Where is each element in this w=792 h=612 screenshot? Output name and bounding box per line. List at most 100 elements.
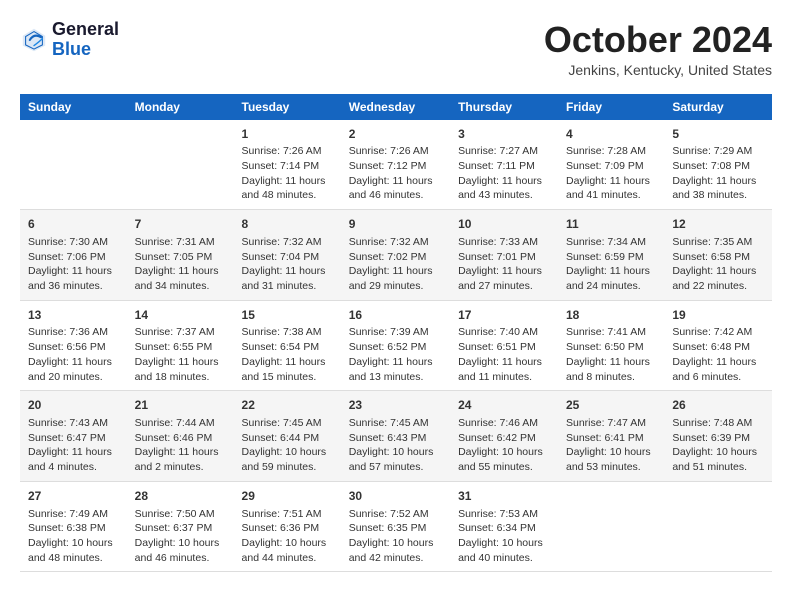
calendar-cell: 24Sunrise: 7:46 AM Sunset: 6:42 PM Dayli… <box>450 391 558 482</box>
calendar-cell: 30Sunrise: 7:52 AM Sunset: 6:35 PM Dayli… <box>341 481 450 572</box>
day-info: Sunrise: 7:46 AM Sunset: 6:42 PM Dayligh… <box>458 416 550 475</box>
day-number: 3 <box>458 126 550 143</box>
day-info: Sunrise: 7:51 AM Sunset: 6:36 PM Dayligh… <box>242 507 333 566</box>
day-number: 4 <box>566 126 656 143</box>
calendar-cell: 11 Sunrise: 7:34 AM Sunset: 6:59 PM Dayli… <box>558 210 664 301</box>
week-row-4: 20 Sunrise: 7:43 AM Sunset: 6:47 PM Dayli… <box>20 391 772 482</box>
calendar-cell: 20 Sunrise: 7:43 AM Sunset: 6:47 PM Dayli… <box>20 391 127 482</box>
calendar-cell: 15Sunrise: 7:38 AM Sunset: 6:54 PM Dayli… <box>234 300 341 391</box>
calendar-cell <box>127 120 234 210</box>
day-info: Sunrise: 7:40 AM Sunset: 6:51 PM Dayligh… <box>458 325 550 384</box>
day-info: Sunrise: 7:45 AM Sunset: 6:43 PM Dayligh… <box>349 416 442 475</box>
logo-icon <box>20 26 48 54</box>
day-info: Sunrise: 7:31 AM Sunset: 7:05 PM Dayligh… <box>135 235 226 294</box>
calendar-cell: 7 Sunrise: 7:31 AM Sunset: 7:05 PM Daylig… <box>127 210 234 301</box>
page-header: General Blue October 2024 Jenkins, Kentu… <box>20 20 772 78</box>
day-info: Sunrise: 7:44 AM Sunset: 6:46 PM Dayligh… <box>135 416 226 475</box>
calendar-cell: 31 Sunrise: 7:53 AM Sunset: 6:34 PM Dayli… <box>450 481 558 572</box>
col-header-tuesday: Tuesday <box>234 94 341 120</box>
day-number: 5 <box>672 126 764 143</box>
calendar-cell: 2Sunrise: 7:26 AM Sunset: 7:12 PM Daylig… <box>341 120 450 210</box>
calendar-cell: 29 Sunrise: 7:51 AM Sunset: 6:36 PM Dayli… <box>234 481 341 572</box>
calendar-cell: 18Sunrise: 7:41 AM Sunset: 6:50 PM Dayli… <box>558 300 664 391</box>
day-number: 29 <box>242 488 333 505</box>
calendar-cell: 17Sunrise: 7:40 AM Sunset: 6:51 PM Dayli… <box>450 300 558 391</box>
week-row-2: 6 Sunrise: 7:30 AM Sunset: 7:06 PM Daylig… <box>20 210 772 301</box>
day-info: Sunrise: 7:34 AM Sunset: 6:59 PM Dayligh… <box>566 235 656 294</box>
calendar-cell: 6 Sunrise: 7:30 AM Sunset: 7:06 PM Daylig… <box>20 210 127 301</box>
day-info: Sunrise: 7:38 AM Sunset: 6:54 PM Dayligh… <box>242 325 333 384</box>
calendar-cell: 22Sunrise: 7:45 AM Sunset: 6:44 PM Dayli… <box>234 391 341 482</box>
day-number: 12 <box>672 216 764 233</box>
calendar-cell: 4Sunrise: 7:28 AM Sunset: 7:09 PM Daylig… <box>558 120 664 210</box>
calendar-cell: 14Sunrise: 7:37 AM Sunset: 6:55 PM Dayli… <box>127 300 234 391</box>
col-header-monday: Monday <box>127 94 234 120</box>
day-number: 14 <box>135 307 226 324</box>
calendar-cell: 26 Sunrise: 7:48 AM Sunset: 6:39 PM Dayli… <box>664 391 772 482</box>
calendar-table: SundayMondayTuesdayWednesdayThursdayFrid… <box>20 94 772 573</box>
day-info: Sunrise: 7:37 AM Sunset: 6:55 PM Dayligh… <box>135 325 226 384</box>
day-info: Sunrise: 7:43 AM Sunset: 6:47 PM Dayligh… <box>28 416 119 475</box>
calendar-cell: 10Sunrise: 7:33 AM Sunset: 7:01 PM Dayli… <box>450 210 558 301</box>
col-header-thursday: Thursday <box>450 94 558 120</box>
day-number: 19 <box>672 307 764 324</box>
day-info: Sunrise: 7:47 AM Sunset: 6:41 PM Dayligh… <box>566 416 656 475</box>
day-info: Sunrise: 7:48 AM Sunset: 6:39 PM Dayligh… <box>672 416 764 475</box>
day-info: Sunrise: 7:26 AM Sunset: 7:12 PM Dayligh… <box>349 144 442 203</box>
calendar-cell: 13Sunrise: 7:36 AM Sunset: 6:56 PM Dayli… <box>20 300 127 391</box>
day-number: 18 <box>566 307 656 324</box>
day-number: 16 <box>349 307 442 324</box>
day-number: 20 <box>28 397 119 414</box>
month-title: October 2024 <box>544 20 772 60</box>
day-info: Sunrise: 7:35 AM Sunset: 6:58 PM Dayligh… <box>672 235 764 294</box>
day-info: Sunrise: 7:42 AM Sunset: 6:48 PM Dayligh… <box>672 325 764 384</box>
day-number: 25 <box>566 397 656 414</box>
day-info: Sunrise: 7:32 AM Sunset: 7:02 PM Dayligh… <box>349 235 442 294</box>
col-header-wednesday: Wednesday <box>341 94 450 120</box>
day-info: Sunrise: 7:52 AM Sunset: 6:35 PM Dayligh… <box>349 507 442 566</box>
calendar-cell: 16Sunrise: 7:39 AM Sunset: 6:52 PM Dayli… <box>341 300 450 391</box>
day-number: 31 <box>458 488 550 505</box>
day-info: Sunrise: 7:32 AM Sunset: 7:04 PM Dayligh… <box>242 235 333 294</box>
day-info: Sunrise: 7:49 AM Sunset: 6:38 PM Dayligh… <box>28 507 119 566</box>
day-number: 8 <box>242 216 333 233</box>
day-info: Sunrise: 7:41 AM Sunset: 6:50 PM Dayligh… <box>566 325 656 384</box>
day-number: 2 <box>349 126 442 143</box>
location: Jenkins, Kentucky, United States <box>544 62 772 78</box>
day-info: Sunrise: 7:39 AM Sunset: 6:52 PM Dayligh… <box>349 325 442 384</box>
calendar-cell: 28Sunrise: 7:50 AM Sunset: 6:37 PM Dayli… <box>127 481 234 572</box>
day-number: 26 <box>672 397 764 414</box>
calendar-cell: 8 Sunrise: 7:32 AM Sunset: 7:04 PM Daylig… <box>234 210 341 301</box>
calendar-cell: 21Sunrise: 7:44 AM Sunset: 6:46 PM Dayli… <box>127 391 234 482</box>
col-header-saturday: Saturday <box>664 94 772 120</box>
day-info: Sunrise: 7:30 AM Sunset: 7:06 PM Dayligh… <box>28 235 119 294</box>
day-number: 15 <box>242 307 333 324</box>
day-number: 9 <box>349 216 442 233</box>
day-number: 6 <box>28 216 119 233</box>
day-number: 7 <box>135 216 226 233</box>
calendar-cell: 9 Sunrise: 7:32 AM Sunset: 7:02 PM Daylig… <box>341 210 450 301</box>
calendar-cell: 1Sunrise: 7:26 AM Sunset: 7:14 PM Daylig… <box>234 120 341 210</box>
day-info: Sunrise: 7:29 AM Sunset: 7:08 PM Dayligh… <box>672 144 764 203</box>
day-number: 11 <box>566 216 656 233</box>
calendar-cell <box>664 481 772 572</box>
day-number: 17 <box>458 307 550 324</box>
day-number: 27 <box>28 488 119 505</box>
day-number: 10 <box>458 216 550 233</box>
logo: General Blue <box>20 20 119 60</box>
header-row: SundayMondayTuesdayWednesdayThursdayFrid… <box>20 94 772 120</box>
calendar-cell: 19Sunrise: 7:42 AM Sunset: 6:48 PM Dayli… <box>664 300 772 391</box>
calendar-cell: 23Sunrise: 7:45 AM Sunset: 6:43 PM Dayli… <box>341 391 450 482</box>
day-info: Sunrise: 7:50 AM Sunset: 6:37 PM Dayligh… <box>135 507 226 566</box>
day-number: 13 <box>28 307 119 324</box>
title-block: October 2024 Jenkins, Kentucky, United S… <box>544 20 772 78</box>
calendar-cell: 12 Sunrise: 7:35 AM Sunset: 6:58 PM Dayli… <box>664 210 772 301</box>
day-info: Sunrise: 7:53 AM Sunset: 6:34 PM Dayligh… <box>458 507 550 566</box>
week-row-1: 1Sunrise: 7:26 AM Sunset: 7:14 PM Daylig… <box>20 120 772 210</box>
day-info: Sunrise: 7:45 AM Sunset: 6:44 PM Dayligh… <box>242 416 333 475</box>
calendar-cell: 27 Sunrise: 7:49 AM Sunset: 6:38 PM Dayli… <box>20 481 127 572</box>
calendar-cell: 25 Sunrise: 7:47 AM Sunset: 6:41 PM Dayli… <box>558 391 664 482</box>
calendar-cell: 5Sunrise: 7:29 AM Sunset: 7:08 PM Daylig… <box>664 120 772 210</box>
day-info: Sunrise: 7:28 AM Sunset: 7:09 PM Dayligh… <box>566 144 656 203</box>
day-info: Sunrise: 7:27 AM Sunset: 7:11 PM Dayligh… <box>458 144 550 203</box>
